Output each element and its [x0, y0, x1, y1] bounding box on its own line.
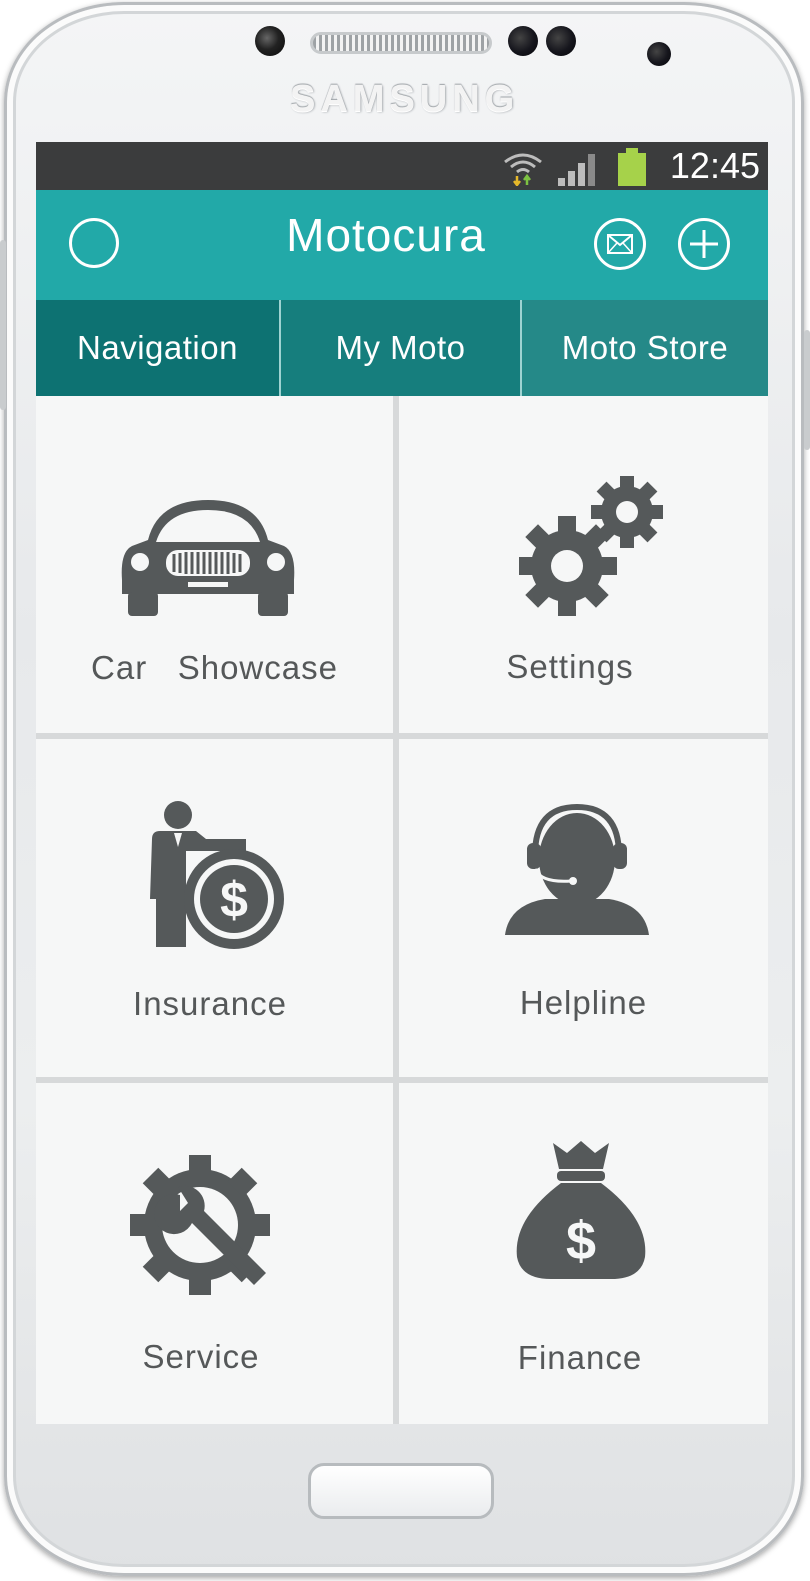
- screen: 12:45 Motocura Navigation My Moto Moto S…: [36, 142, 768, 1424]
- service-label: Service: [142, 1338, 260, 1375]
- app-title: Motocura: [286, 209, 486, 261]
- svg-text:$: $: [566, 1211, 596, 1271]
- insurance-tile[interactable]: $ Insurance: [36, 739, 393, 1077]
- car-icon: [121, 500, 295, 616]
- battery-icon: [618, 148, 646, 186]
- insurance-label: Insurance: [133, 985, 287, 1022]
- car-showcase-tile[interactable]: Car Showcase: [36, 396, 393, 733]
- gears-icon: [519, 476, 663, 616]
- volume-key: [0, 240, 6, 410]
- helpline-tile[interactable]: Helpline: [399, 739, 768, 1077]
- finance-tile[interactable]: $ Finance: [399, 1083, 768, 1424]
- settings-label: Settings: [506, 648, 634, 685]
- insurance-icon: $: [150, 801, 284, 949]
- brand-logo: SAMSUNG: [290, 78, 520, 120]
- front-camera: [255, 26, 285, 56]
- power-key: [804, 330, 810, 450]
- status-bar: 12:45: [36, 142, 768, 190]
- settings-tile[interactable]: Settings: [399, 396, 768, 733]
- mail-button[interactable]: [594, 218, 646, 270]
- light-sensor: [546, 26, 576, 56]
- tab-label: My Moto: [335, 329, 466, 366]
- earpiece-speaker: [310, 32, 492, 54]
- car-showcase-label: Car Showcase: [91, 649, 338, 686]
- envelope-icon: [607, 234, 633, 254]
- helpline-label: Helpline: [519, 984, 648, 1021]
- tab-my-moto[interactable]: My Moto: [281, 300, 522, 396]
- add-button[interactable]: [678, 218, 730, 270]
- clock: 12:45: [669, 145, 760, 186]
- app-bar: Motocura: [36, 190, 768, 300]
- home-button[interactable]: [308, 1463, 494, 1519]
- headset-agent-icon: [505, 803, 649, 935]
- tab-label: Navigation: [77, 329, 238, 366]
- proximity-sensor: [508, 26, 538, 56]
- signal-icon: [558, 154, 595, 186]
- menu-circle-icon[interactable]: [69, 218, 119, 268]
- service-tile[interactable]: Service: [36, 1083, 393, 1424]
- tab-bar: Navigation My Moto Moto Store: [36, 300, 768, 396]
- sensor-dot: [647, 42, 671, 66]
- tab-label: Moto Store: [561, 329, 729, 366]
- svg-text:$: $: [220, 872, 248, 928]
- finance-label: Finance: [517, 1339, 643, 1376]
- menu-grid: Car Showcase Settings $ Insurance Helpli…: [36, 396, 768, 1424]
- wifi-icon: [504, 153, 542, 186]
- tab-moto-store[interactable]: Moto Store: [522, 300, 768, 396]
- tab-navigation[interactable]: Navigation: [36, 300, 281, 396]
- wrench-gear-icon: [130, 1155, 270, 1295]
- money-bag-icon: $: [516, 1141, 646, 1279]
- plus-icon: [690, 230, 718, 258]
